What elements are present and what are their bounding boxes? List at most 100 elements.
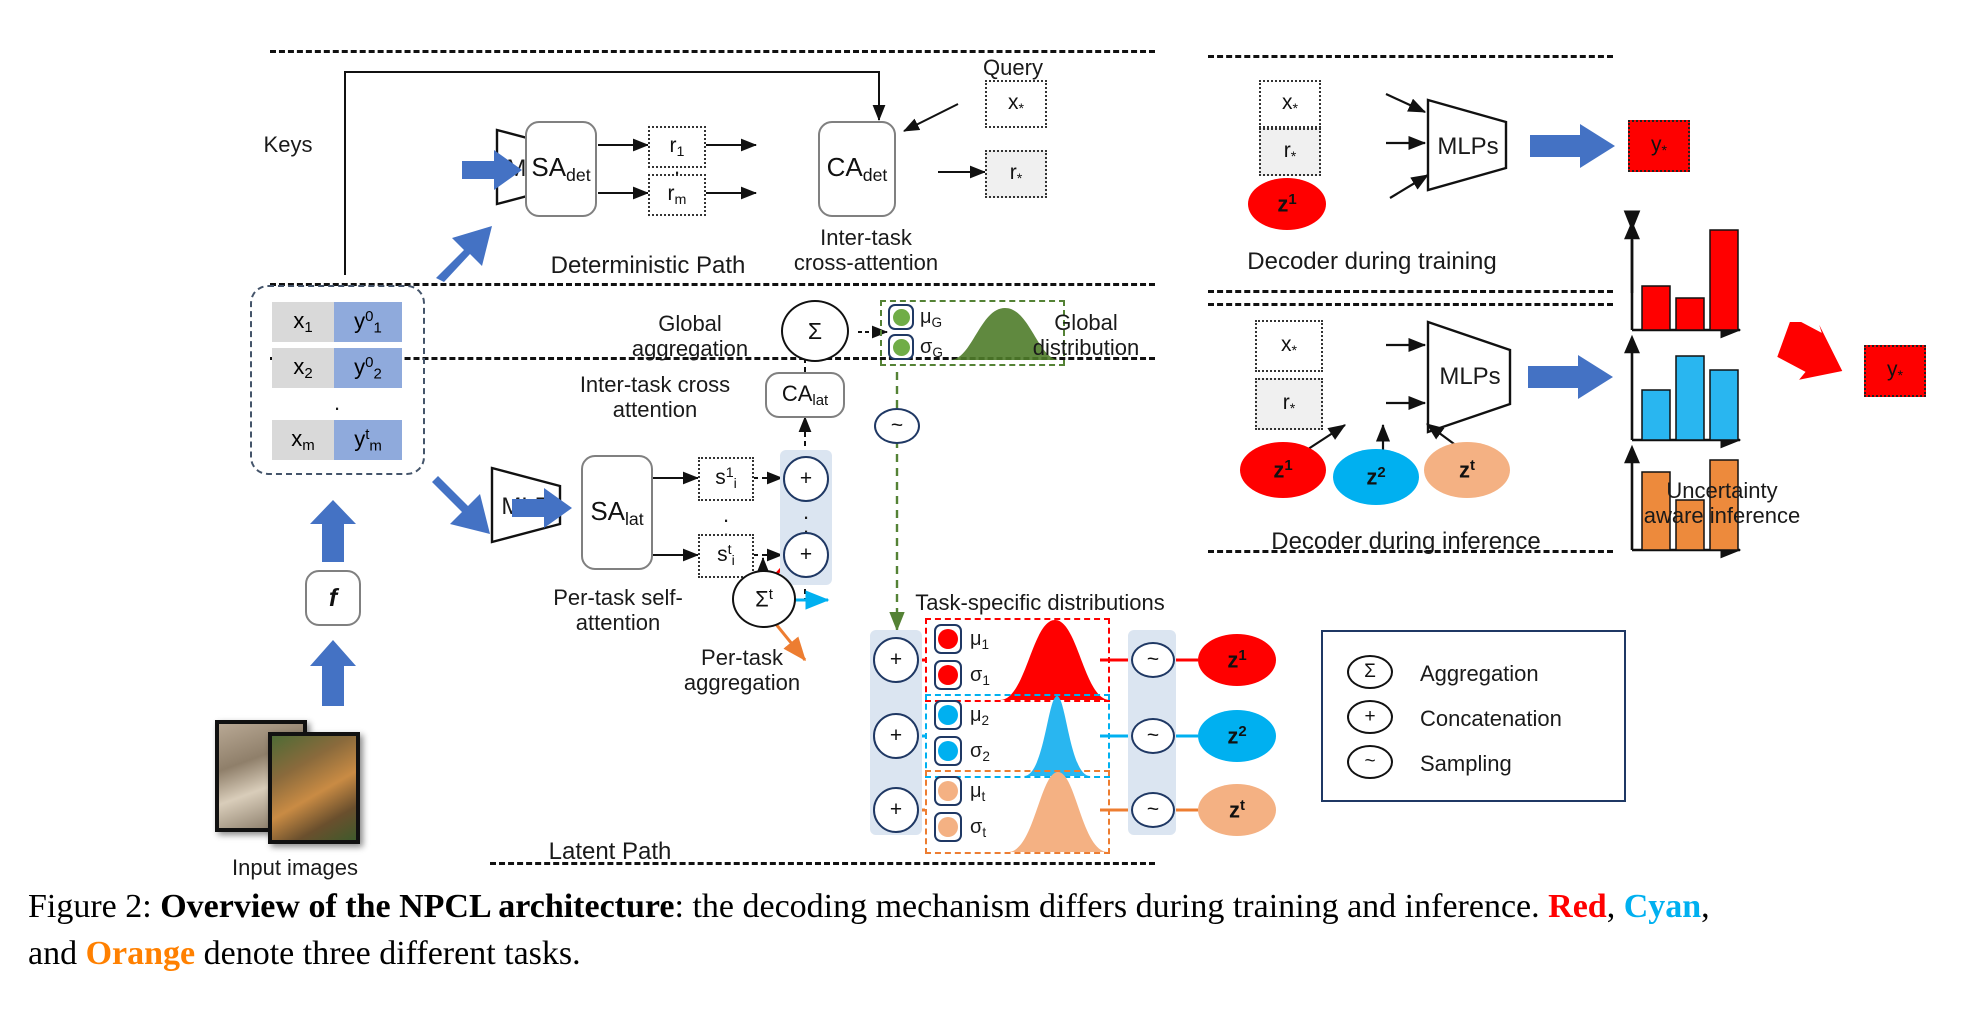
s-last-text: sti [717,542,735,570]
inf-r-star-box[interactable]: r* [1255,378,1323,430]
s-last-box[interactable]: sti [698,534,754,578]
caption-cyan: Cyan [1623,888,1702,925]
task-t-mu-label: μt [970,780,986,804]
task-concat-2[interactable]: + [873,713,919,759]
task-2-sigma-dot [938,741,958,761]
task-1-curve [1000,620,1110,700]
inf-y-star-box: y* [1864,345,1926,397]
context-y-m: ytm [334,420,402,460]
context-x-1: x1 [272,302,334,342]
caption-bold: Overview of the NPCL architecture [160,888,675,925]
inter-task-cross-attention-lat-label: Inter-task cross attention [579,372,731,423]
task-2-mu-dot [938,705,958,725]
train-x-star-box[interactable]: x* [1259,80,1321,128]
sampling-circle-2[interactable]: ~ [1131,718,1175,754]
task-1-sigma-dot [938,665,958,685]
caption-orange: Orange [85,934,196,972]
task-t-sigma-dot [938,817,958,837]
per-task-aggregation-circle[interactable]: Σt [732,570,796,628]
blue-arrow-context-to-det [436,226,492,282]
out-r-box[interactable]: r* [985,150,1047,198]
global-mu-pill [888,304,914,330]
inf-blue-arrow [1528,355,1613,399]
global-sigma-label: σG [920,336,943,360]
decoder-training-title: Decoder during training [1247,248,1497,275]
train-blue-arrow [1530,124,1615,168]
sa-det-text: SAdet [531,152,591,185]
r-last-text: rm [667,182,687,208]
task-concat-1[interactable]: + [873,637,919,683]
caption-tail: denote three different tasks. [195,934,581,972]
inf-latent-zt: zt [1424,442,1510,498]
sa-det-box-1[interactable]: SAdet [525,121,597,217]
blue-arrow-mlp-det-to-sa [462,150,522,190]
global-sigma-dot [892,338,910,356]
blue-arrow-images-to-f [310,640,356,706]
keys-label: Keys [263,132,313,157]
inter-task-cross-attention-label: Inter-task cross-attention [793,225,939,276]
out-r-text: r* [1009,161,1023,187]
context-x-2: x2 [272,348,334,388]
ca-det-text: CAdet [826,152,888,185]
task-1-sigma-label: σ1 [970,664,990,688]
caption-prefix: Figure 2: [28,888,161,925]
global-aggregation-circle[interactable]: Σ [781,300,849,362]
task-t-mu-dot [938,781,958,801]
context-y-2: y02 [334,348,402,388]
global-mu-dot [892,308,910,326]
r-last-box[interactable]: rm [648,174,706,216]
context-x-m: xm [272,420,334,460]
global-mu-label: μG [920,306,943,330]
feature-extractor-box[interactable]: f [305,570,361,626]
task-1-mu-dot [938,629,958,649]
per-task-self-attention-label: Per-task self-attention [553,585,683,636]
train-mlps-label: MLPs [1437,133,1499,160]
caption-red: Red [1548,888,1607,925]
histogram-cyan [1641,355,1739,441]
separator-decoder-inf-top [1208,303,1613,306]
legend-sampling-label: Sampling [1420,751,1512,776]
inf-x-star-box[interactable]: x* [1255,320,1323,372]
ca-lat-text: CAlat [781,380,829,410]
legend-concatenation-label: Concatenation [1420,706,1562,731]
task-1-mu-pill [934,624,962,654]
blue-arrow-mlp-lat-to-sa [512,488,572,528]
separator-decoder-train-bottom [1208,290,1613,293]
query-x-box[interactable]: x* [985,80,1047,128]
global-sigma-pill [888,334,914,360]
ca-det-box[interactable]: CAdet [818,121,896,217]
legend-aggregation-icon: Σ [1347,655,1393,689]
global-distribution-label: Global distribution [1032,310,1140,361]
sampling-circle-3[interactable]: ~ [1131,792,1175,828]
decoder-inference-title: Decoder during inference [1271,528,1541,555]
task-2-curve [1024,696,1090,776]
inf-latent-z1: z1 [1240,442,1326,498]
legend-sampling-icon: ~ [1347,745,1393,779]
task-2-mu-label: μ2 [970,704,990,728]
query-label: Query [983,55,1043,80]
sa-lat-box[interactable]: SAlat [581,455,653,570]
concat-circle-top[interactable]: + [783,456,829,502]
train-latent-z1: z1 [1248,178,1326,230]
task-t-sigma-label: σt [970,816,987,840]
legend-concatenation-icon: + [1347,700,1393,734]
task-2-sigma-label: σ2 [970,740,990,764]
task-2-sigma-pill [934,736,962,766]
ca-lat-box[interactable]: CAlat [765,372,845,418]
caption-sep1: , [1606,888,1624,925]
task-t-sigma-pill [934,812,962,842]
figure-canvas: Keys Query MLP SAdet r1 .. rm CAdet x* r… [0,0,1982,1029]
inf-mlps-label: MLPs [1439,363,1501,390]
feature-extractor-label: f [328,583,338,612]
figure-caption: Figure 2: Overview of the NPCL architect… [28,884,1728,978]
train-r-star-box[interactable]: r* [1259,128,1321,176]
concat-vdots: .. [802,499,810,539]
global-sampling-circle[interactable]: ~ [874,408,920,444]
query-x-text: x* [1007,91,1025,117]
sampling-circle-1[interactable]: ~ [1131,642,1175,678]
s-first-box[interactable]: s1i [698,457,754,501]
histogram-red [1641,229,1739,331]
task-concat-3[interactable]: + [873,787,919,833]
s-vdots: .. [722,502,730,542]
concat-circle-bottom[interactable]: + [783,532,829,578]
